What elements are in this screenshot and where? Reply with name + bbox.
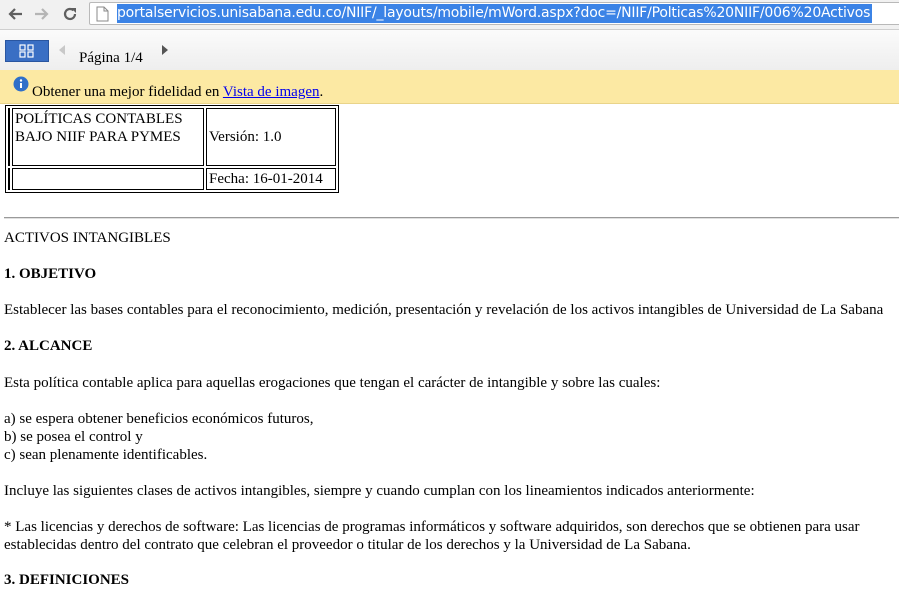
info-text: Obtener una mejor fidelidad en <box>32 84 223 100</box>
previous-page-icon[interactable] <box>57 44 67 56</box>
list-item: a) se espera obtener beneficios económic… <box>4 411 314 427</box>
page-indicator: Página 1/4 <box>79 50 143 66</box>
section-title: ACTIVOS INTANGIBLES <box>4 230 171 246</box>
viewer-toolbar: Página 1/4 <box>0 30 899 71</box>
empty-cell <box>12 168 204 190</box>
heading-alcance: 2. ALCANCE <box>4 338 93 354</box>
heading-definiciones: 3. DEFINICIONES <box>4 572 130 588</box>
image-view-link[interactable]: Vista de imagen <box>223 84 320 100</box>
heading-objetivo: 1. OBJETIVO <box>4 266 97 282</box>
address-bar[interactable]: portalservicios.unisabana.edu.co/NIIF/_l… <box>89 2 899 25</box>
document-header-table: POLÍTICAS CONTABLES BAJO NIIF PARA PYMES… <box>5 105 339 193</box>
horizontal-rule <box>4 217 899 219</box>
fidelity-info-bar: Obtener una mejor fidelidad en Vista de … <box>0 70 899 104</box>
back-button[interactable] <box>6 4 26 24</box>
browser-toolbar: portalservicios.unisabana.edu.co/NIIF/_l… <box>0 0 899 30</box>
info-message: Obtener una mejor fidelidad en Vista de … <box>32 83 323 101</box>
thumbnail-view-button[interactable] <box>5 40 49 62</box>
version-cell: Versión: 1.0 <box>206 108 336 166</box>
arrow-left-icon <box>8 8 22 20</box>
reload-button[interactable] <box>60 4 80 24</box>
list-item: b) se posea el control y <box>4 429 143 445</box>
url-text[interactable]: portalservicios.unisabana.edu.co/NIIF/_l… <box>117 4 873 23</box>
header-spacer-cell <box>8 108 10 166</box>
thumbnails-icon <box>19 44 34 58</box>
paragraph-alcance: Esta política contable aplica para aquel… <box>4 375 661 391</box>
list-item: c) sean plenamente identificables. <box>4 447 208 463</box>
policy-title-line2: BAJO NIIF PARA PYMES <box>15 129 181 145</box>
page-icon <box>96 6 109 22</box>
paragraph-objetivo: Establecer las bases contables para el r… <box>4 302 884 318</box>
reload-icon <box>63 7 77 21</box>
forward-button[interactable] <box>31 4 51 24</box>
date-cell: Fecha: 16-01-2014 <box>206 168 336 190</box>
paragraph-licencias-line2: establecidas dentro del contrato que cel… <box>4 537 691 553</box>
header-spacer-cell <box>8 168 10 190</box>
policy-title-cell: POLÍTICAS CONTABLES BAJO NIIF PARA PYMES <box>12 108 204 166</box>
paragraph-clases: Incluye las siguientes clases de activos… <box>4 483 755 499</box>
info-suffix: . <box>319 84 324 100</box>
info-icon <box>13 76 29 92</box>
next-page-icon[interactable] <box>160 44 170 56</box>
paragraph-licencias-line1: * Las licencias y derechos de software: … <box>4 519 860 535</box>
arrow-right-icon <box>35 8 49 20</box>
policy-title-line1: POLÍTICAS CONTABLES <box>15 111 183 127</box>
